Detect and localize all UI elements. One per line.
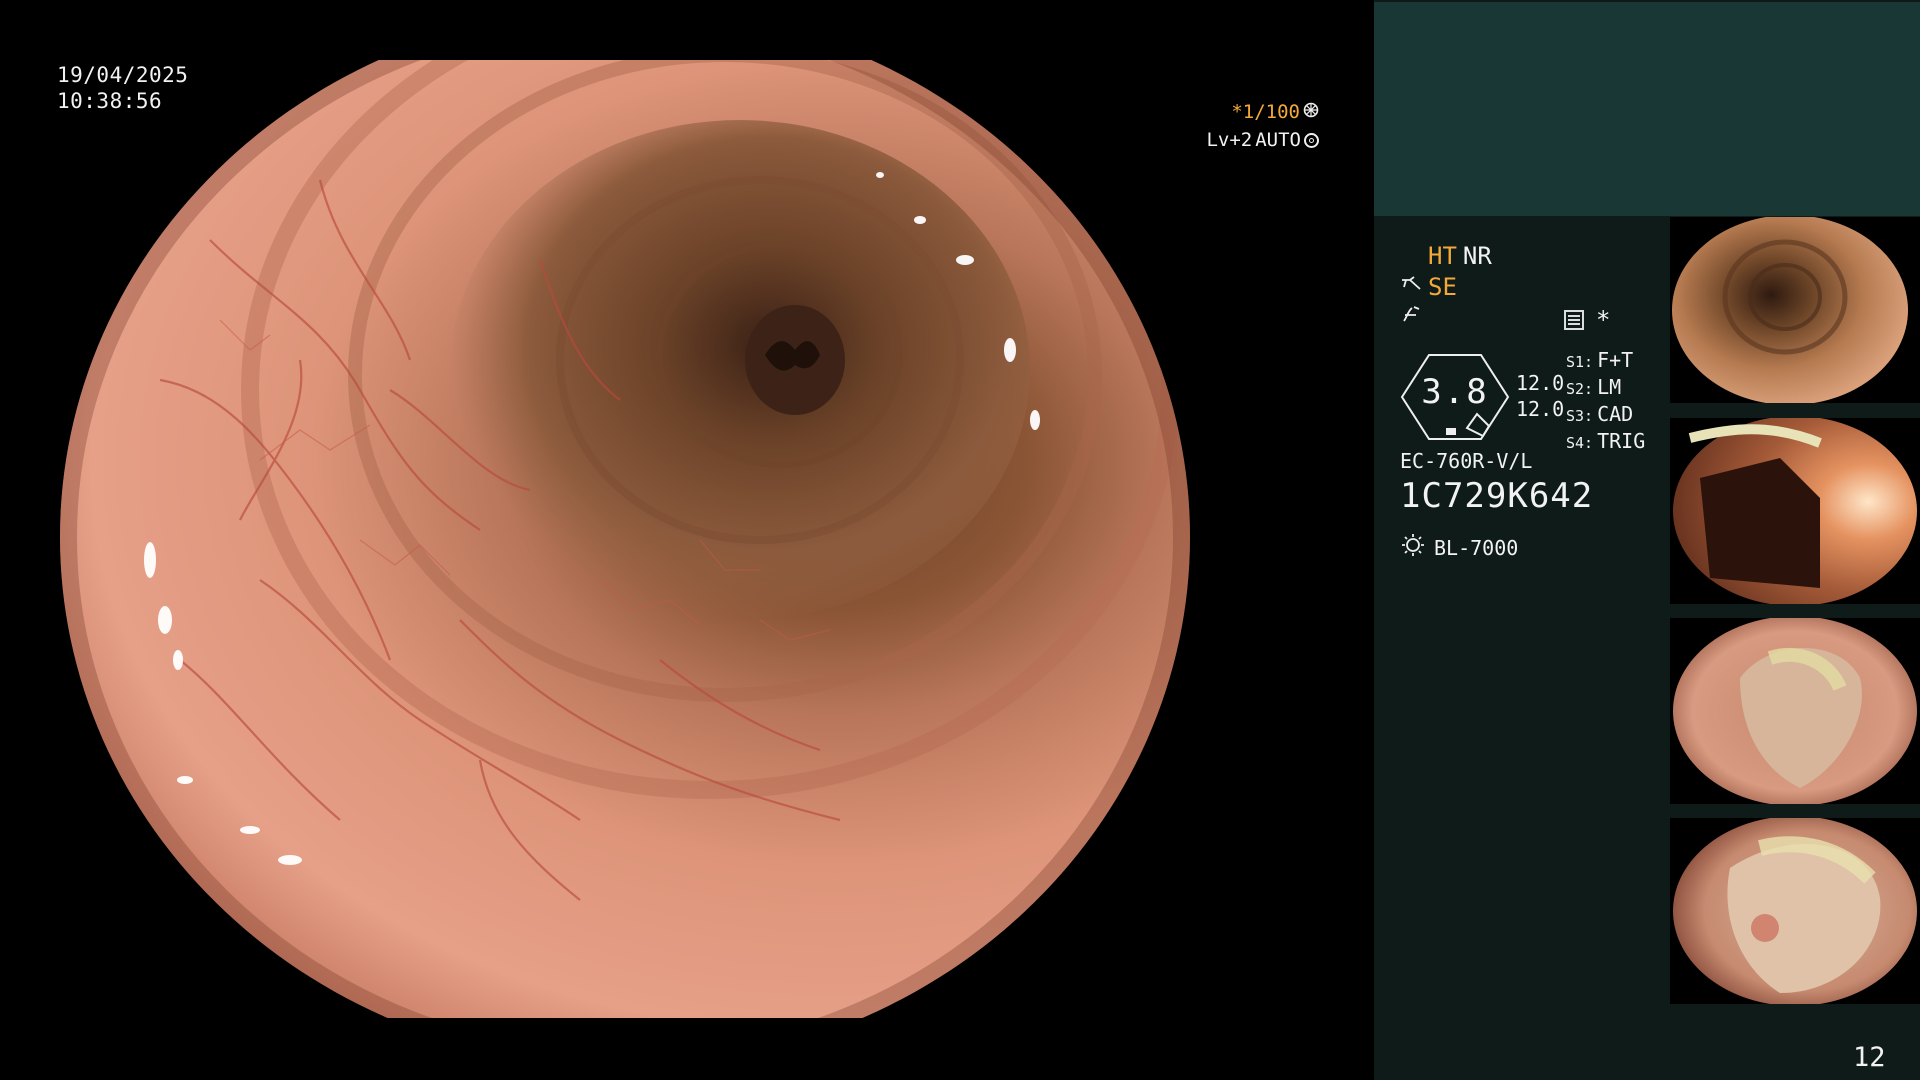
level-readouts: 12.0 12.0 bbox=[1516, 370, 1564, 422]
page-number: 12 bbox=[1853, 1042, 1886, 1073]
scope-serial-text: 1C729K642 bbox=[1400, 476, 1594, 516]
hex-gauge: 3.8 bbox=[1399, 352, 1511, 442]
switch-s2: S2: LM bbox=[1566, 375, 1622, 399]
enhance-icon bbox=[1400, 305, 1422, 331]
capture-thumbnail-4[interactable] bbox=[1670, 818, 1920, 1004]
light-source-text: BL-7000 bbox=[1434, 535, 1519, 560]
nr-indicator: NR bbox=[1462, 241, 1492, 270]
endoscope-main-view bbox=[60, 60, 1310, 1018]
iris-mode-text: AUTO bbox=[1255, 129, 1301, 151]
switch-s3: S3: CAD bbox=[1566, 402, 1634, 426]
endoscopy-screen: 19/04/2025 10:38:56 *1/100 Lv+2 AUTO HT … bbox=[0, 0, 1920, 1080]
time-text: 10:38:56 bbox=[57, 89, 163, 113]
capture-thumbnail-2[interactable] bbox=[1670, 418, 1920, 604]
scope-switch-list: S1: F+T S2: LM S3: CAD S4: TRIG bbox=[1566, 348, 1645, 456]
level-bottom-text: 12.0 bbox=[1516, 397, 1565, 421]
scope-model-text: EC-760R-V/L bbox=[1400, 449, 1533, 473]
level-top-text: 12.0 bbox=[1516, 371, 1565, 395]
capture-thumbnail-3[interactable] bbox=[1670, 618, 1920, 804]
shutter-speed-text: *1/100 bbox=[1231, 101, 1300, 123]
date-text: 19/04/2025 bbox=[57, 63, 189, 87]
hex-gauge-value: 3.8 bbox=[1421, 372, 1489, 412]
capture-thumbnail-1[interactable] bbox=[1670, 217, 1920, 403]
se-indicator: SE bbox=[1428, 272, 1457, 301]
ht-indicator: HT bbox=[1428, 241, 1457, 270]
exposure-readout: *1/100 Lv+2 AUTO bbox=[1194, 98, 1319, 154]
mode-box-icon bbox=[1564, 310, 1584, 330]
brightness-level-text: Lv+2 bbox=[1206, 129, 1253, 151]
switch-s4: S4: TRIG bbox=[1566, 429, 1646, 453]
processing-status: HT NR SE bbox=[1400, 240, 1700, 333]
panel-header-area bbox=[1374, 2, 1920, 216]
switch-s1: S1: F+T bbox=[1566, 348, 1634, 372]
mode-indicators: * bbox=[1564, 306, 1610, 334]
light-bulb-icon bbox=[1400, 532, 1426, 563]
ring-icon bbox=[1304, 132, 1319, 148]
light-source: BL-7000 bbox=[1400, 532, 1518, 563]
date-time-readout: 19/04/2025 10:38:56 bbox=[57, 62, 188, 114]
scope-tip-icon bbox=[1400, 274, 1422, 299]
gear-icon bbox=[1303, 98, 1319, 126]
star-indicator: * bbox=[1596, 306, 1611, 334]
